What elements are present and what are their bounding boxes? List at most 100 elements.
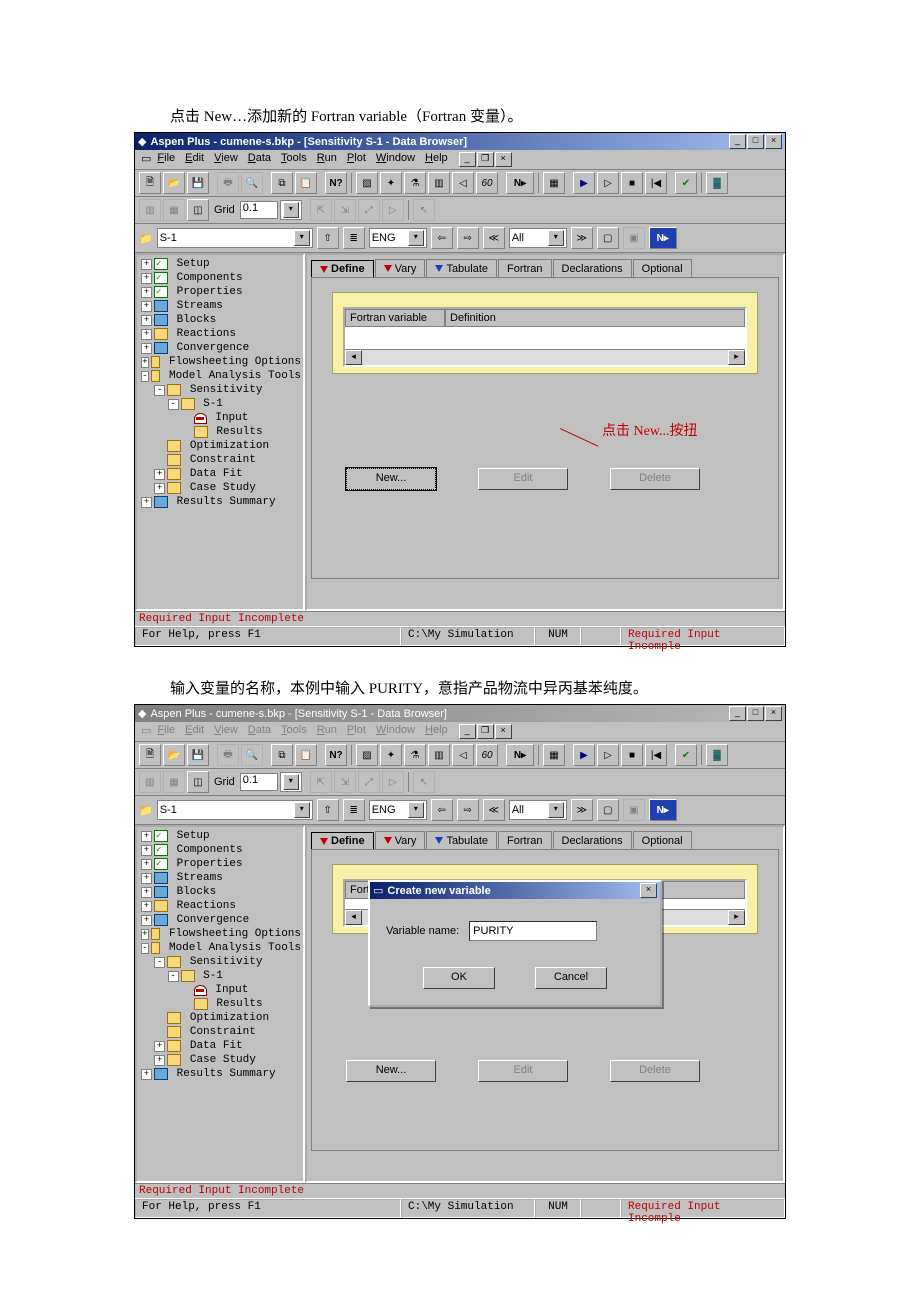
tree-item[interactable]: - Sensitivity xyxy=(139,383,301,397)
stop-icon[interactable]: ■ xyxy=(621,744,643,766)
grid-value-dropdown[interactable]: ▾ xyxy=(280,772,302,792)
forward-icon[interactable]: ⇨ xyxy=(457,227,479,249)
expand-icon[interactable]: + xyxy=(141,859,152,870)
last-icon[interactable]: ≫ xyxy=(571,799,593,821)
collapse-icon[interactable]: - xyxy=(141,943,149,954)
back-icon[interactable]: ⇦ xyxy=(431,227,453,249)
tab-vary[interactable]: Vary xyxy=(375,831,426,849)
collapse-icon[interactable]: - xyxy=(154,385,165,396)
row2-icon-2[interactable]: ▦ xyxy=(163,199,185,221)
units-selector[interactable]: ENG▾ xyxy=(369,800,427,820)
row2-icon-d[interactable]: ▷ xyxy=(382,199,404,221)
row2-icon-3[interactable]: ◫ xyxy=(187,771,209,793)
nav-up-icon[interactable]: ⇧ xyxy=(317,799,339,821)
expand-icon[interactable]: + xyxy=(141,301,152,312)
play-icon[interactable]: ▶ xyxy=(573,172,595,194)
maximize-button[interactable]: □ xyxy=(747,134,764,149)
variable-listbox[interactable]: Fortran variable Definition ◂ ▸ xyxy=(343,307,747,367)
row2-icon-2[interactable]: ▦ xyxy=(163,771,185,793)
menu-data[interactable]: Data xyxy=(248,152,271,167)
paste-icon[interactable]: 📋 xyxy=(295,172,317,194)
first-icon[interactable]: ≪ xyxy=(483,799,505,821)
expand-icon[interactable]: + xyxy=(141,1069,152,1080)
expand-icon[interactable]: + xyxy=(141,915,152,926)
nav-up-icon[interactable]: ⇧ xyxy=(317,227,339,249)
expand-icon[interactable]: + xyxy=(154,1041,165,1052)
nav-tree-icon[interactable]: ≣ xyxy=(343,227,365,249)
tab-declarations[interactable]: Declarations xyxy=(553,831,632,849)
tool-icon-5[interactable]: ◁ xyxy=(452,172,474,194)
nav-icon-a[interactable]: ▢ xyxy=(597,799,619,821)
row2-icon-c[interactable]: ⤢ xyxy=(358,771,380,793)
tab-define[interactable]: Define xyxy=(311,832,374,850)
tree-item[interactable]: - S-1 xyxy=(139,397,301,411)
paste-icon[interactable]: 📋 xyxy=(295,744,317,766)
scroll-left-icon[interactable]: ◂ xyxy=(345,910,362,925)
nav-icon-b[interactable]: ▣ xyxy=(623,799,645,821)
units-selector[interactable]: ENG▾ xyxy=(369,228,427,248)
print-preview-icon[interactable]: 🔍 xyxy=(241,172,263,194)
tool-icon-1[interactable]: ▨ xyxy=(356,172,378,194)
tree-item[interactable]: Optimization xyxy=(139,439,301,453)
grid-value-dropdown[interactable]: ▾ xyxy=(280,200,302,220)
menu-window[interactable]: Window xyxy=(376,152,415,167)
copy-icon[interactable]: ⧉ xyxy=(271,172,293,194)
tree-item[interactable]: + Data Fit xyxy=(139,1039,301,1053)
tree-item[interactable]: + Blocks xyxy=(139,885,301,899)
new-file-icon[interactable]: 🗎 xyxy=(139,172,161,194)
menu-plot[interactable]: Plot xyxy=(347,724,366,739)
pointer-icon[interactable]: ↖ xyxy=(413,771,435,793)
menu-edit[interactable]: Edit xyxy=(185,724,204,739)
menu-file[interactable]: File xyxy=(157,152,175,167)
tree-item[interactable]: + Convergence xyxy=(139,341,301,355)
expand-icon[interactable]: + xyxy=(141,873,152,884)
mdi-close-button[interactable]: × xyxy=(495,152,512,167)
scroll-right-icon[interactable]: ▸ xyxy=(728,350,745,365)
cancel-button[interactable]: Cancel xyxy=(535,967,607,989)
run-show-icon[interactable]: ▦ xyxy=(543,744,565,766)
tree-item[interactable]: Input xyxy=(139,983,301,997)
tool-icon-6[interactable]: 60 xyxy=(476,744,498,766)
expand-icon[interactable]: + xyxy=(154,1055,165,1066)
grid-value-input[interactable]: 0.1 xyxy=(240,201,278,219)
tree-item[interactable]: - S-1 xyxy=(139,969,301,983)
tree-item[interactable]: + Reactions xyxy=(139,327,301,341)
expand-icon[interactable]: + xyxy=(141,343,152,354)
tool-icon-2[interactable]: ✦ xyxy=(380,744,402,766)
row2-icon-c[interactable]: ⤢ xyxy=(358,199,380,221)
expand-icon[interactable]: + xyxy=(141,901,152,912)
object-selector[interactable]: S-1▾ xyxy=(157,800,313,820)
close-button[interactable]: × xyxy=(765,706,782,721)
menu-help[interactable]: Help xyxy=(425,724,448,739)
maximize-button[interactable]: □ xyxy=(747,706,764,721)
tree-item[interactable]: Optimization xyxy=(139,1011,301,1025)
scope-selector[interactable]: All▾ xyxy=(509,228,567,248)
tab-fortran[interactable]: Fortran xyxy=(498,831,551,849)
print-preview-icon[interactable]: 🔍 xyxy=(241,744,263,766)
tab-optional[interactable]: Optional xyxy=(633,259,692,277)
tool-icon-2[interactable]: ✦ xyxy=(380,172,402,194)
tree-item[interactable]: + Components xyxy=(139,271,301,285)
menu-window[interactable]: Window xyxy=(376,724,415,739)
nav-icon-b[interactable]: ▣ xyxy=(623,227,645,249)
step-icon[interactable]: ▷ xyxy=(597,172,619,194)
save-file-icon[interactable]: 💾 xyxy=(187,744,209,766)
first-icon[interactable]: ≪ xyxy=(483,227,505,249)
open-file-icon[interactable]: 📂 xyxy=(163,172,185,194)
tree-item[interactable]: + Convergence xyxy=(139,913,301,927)
expand-icon[interactable]: + xyxy=(154,469,165,480)
collapse-icon[interactable]: - xyxy=(154,957,165,968)
tree-item[interactable]: + Reactions xyxy=(139,899,301,913)
open-file-icon[interactable]: 📂 xyxy=(163,744,185,766)
tab-tabulate[interactable]: Tabulate xyxy=(426,831,497,849)
list-hscrollbar[interactable]: ◂ ▸ xyxy=(345,349,745,365)
next-input-icon[interactable]: N▸ xyxy=(649,227,677,249)
help-about-icon[interactable]: N? xyxy=(325,172,347,194)
tree-item[interactable]: - Model Analysis Tools xyxy=(139,941,301,955)
collapse-icon[interactable]: - xyxy=(168,971,179,982)
row2-icon-b[interactable]: ⇲ xyxy=(334,199,356,221)
tab-tabulate[interactable]: Tabulate xyxy=(426,259,497,277)
mdi-restore-button[interactable]: ❐ xyxy=(477,152,494,167)
play-icon[interactable]: ▶ xyxy=(573,744,595,766)
dialog-close-button[interactable]: × xyxy=(640,883,657,898)
